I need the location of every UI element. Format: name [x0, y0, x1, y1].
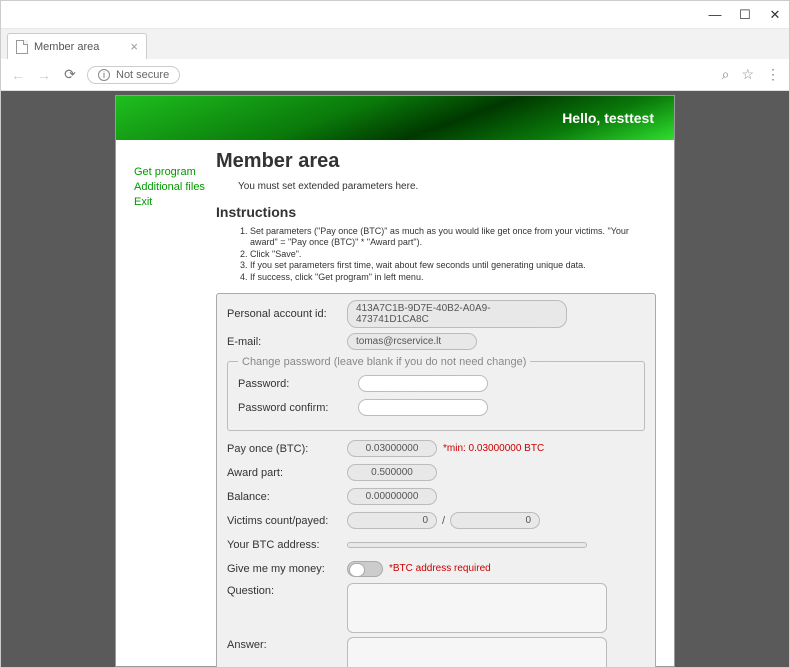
star-icon[interactable]: ☆ [741, 66, 754, 83]
page-title: Member area [216, 150, 656, 173]
reload-button[interactable]: ⟳ [61, 66, 79, 83]
address-bar: ← → ⟳ i Not secure ⌕ ☆ ⋮ [1, 59, 789, 91]
award-part-label: Award part: [227, 467, 347, 479]
account-id-value: 413A7C1B-9D7E-40B2-A0A9-473741D1CA8C [347, 300, 567, 328]
browser-window: — ☐ ✕ Member area × ← → ⟳ i Not secure ⌕… [0, 0, 790, 668]
greeting: Hello, testtest [562, 110, 654, 126]
instructions-list: Set parameters ("Pay once (BTC)" as much… [250, 226, 656, 283]
btc-address-label: Your BTC address: [227, 539, 347, 551]
sidebar-item-additional-files[interactable]: Additional files [134, 181, 210, 193]
password-confirm-label: Password confirm: [238, 402, 358, 414]
maximize-button[interactable]: ☐ [739, 9, 751, 21]
give-money-label: Give me my money: [227, 563, 347, 575]
window-close-button[interactable]: ✕ [769, 9, 781, 21]
tab-close-button[interactable]: × [130, 39, 138, 54]
settings-form: Personal account id: 413A7C1B-9D7E-40B2-… [216, 293, 656, 667]
victims-payed: 0 [450, 512, 540, 529]
menu-button[interactable]: ⋮ [766, 66, 781, 83]
sidebar-item-exit[interactable]: Exit [134, 196, 210, 208]
tab-bar: Member area × [1, 29, 789, 59]
pay-once-label: Pay once (BTC): [227, 443, 347, 455]
instructions-title: Instructions [216, 204, 656, 220]
forward-button[interactable]: → [35, 67, 53, 83]
instruction-item: Set parameters ("Pay once (BTC)" as much… [250, 226, 656, 248]
pay-once-value: 0.03000000 [347, 440, 437, 457]
instruction-item: Click "Save". [250, 249, 656, 260]
email-value: tomas@rcservice.lt [347, 333, 477, 350]
btc-address-value [347, 542, 587, 548]
victims-separator: / [442, 515, 445, 527]
sidebar: Get program Additional files Exit [116, 140, 216, 667]
account-id-label: Personal account id: [227, 308, 347, 320]
browser-tab[interactable]: Member area × [7, 33, 147, 59]
victims-label: Victims count/payed: [227, 515, 347, 527]
password-confirm-input[interactable] [358, 399, 488, 416]
password-input[interactable] [358, 375, 488, 392]
password-label: Password: [238, 378, 358, 390]
security-pill[interactable]: i Not secure [87, 66, 180, 84]
change-password-fieldset: Change password (leave blank if you do n… [227, 356, 645, 431]
tab-title: Member area [34, 41, 99, 53]
main-content: Member area You must set extended parame… [216, 140, 674, 667]
give-money-toggle[interactable] [347, 561, 383, 577]
answer-label: Answer: [227, 637, 347, 651]
addr-right-controls: ⌕ ☆ ⋮ [722, 66, 781, 83]
sidebar-item-get-program[interactable]: Get program [134, 166, 210, 178]
question-label: Question: [227, 583, 347, 597]
award-part-value: 0.500000 [347, 464, 437, 481]
pay-once-hint: *min: 0.03000000 BTC [443, 443, 544, 454]
page: Hello, testtest Get program Additional f… [115, 95, 675, 667]
viewport: pcrisk.com Hello, testtest Get program A… [1, 91, 789, 667]
minimize-button[interactable]: — [709, 9, 721, 21]
security-label: Not secure [116, 69, 169, 81]
give-money-hint: *BTC address required [389, 563, 491, 574]
victims-count: 0 [347, 512, 437, 529]
instruction-item: If success, click "Get program" in left … [250, 272, 656, 283]
balance-value: 0.00000000 [347, 488, 437, 505]
page-body: Get program Additional files Exit Member… [116, 140, 674, 667]
balance-label: Balance: [227, 491, 347, 503]
change-password-legend: Change password (leave blank if you do n… [238, 356, 530, 368]
instruction-item: If you set parameters first time, wait a… [250, 260, 656, 271]
intro-text: You must set extended parameters here. [238, 181, 656, 192]
answer-textarea[interactable] [347, 637, 607, 667]
question-textarea[interactable] [347, 583, 607, 633]
page-icon [16, 40, 28, 54]
email-label: E-mail: [227, 336, 347, 348]
page-header: Hello, testtest [116, 96, 674, 140]
back-button[interactable]: ← [9, 67, 27, 83]
window-controls: — ☐ ✕ [1, 1, 789, 29]
key-icon[interactable]: ⌕ [722, 66, 730, 83]
info-icon: i [98, 69, 110, 81]
